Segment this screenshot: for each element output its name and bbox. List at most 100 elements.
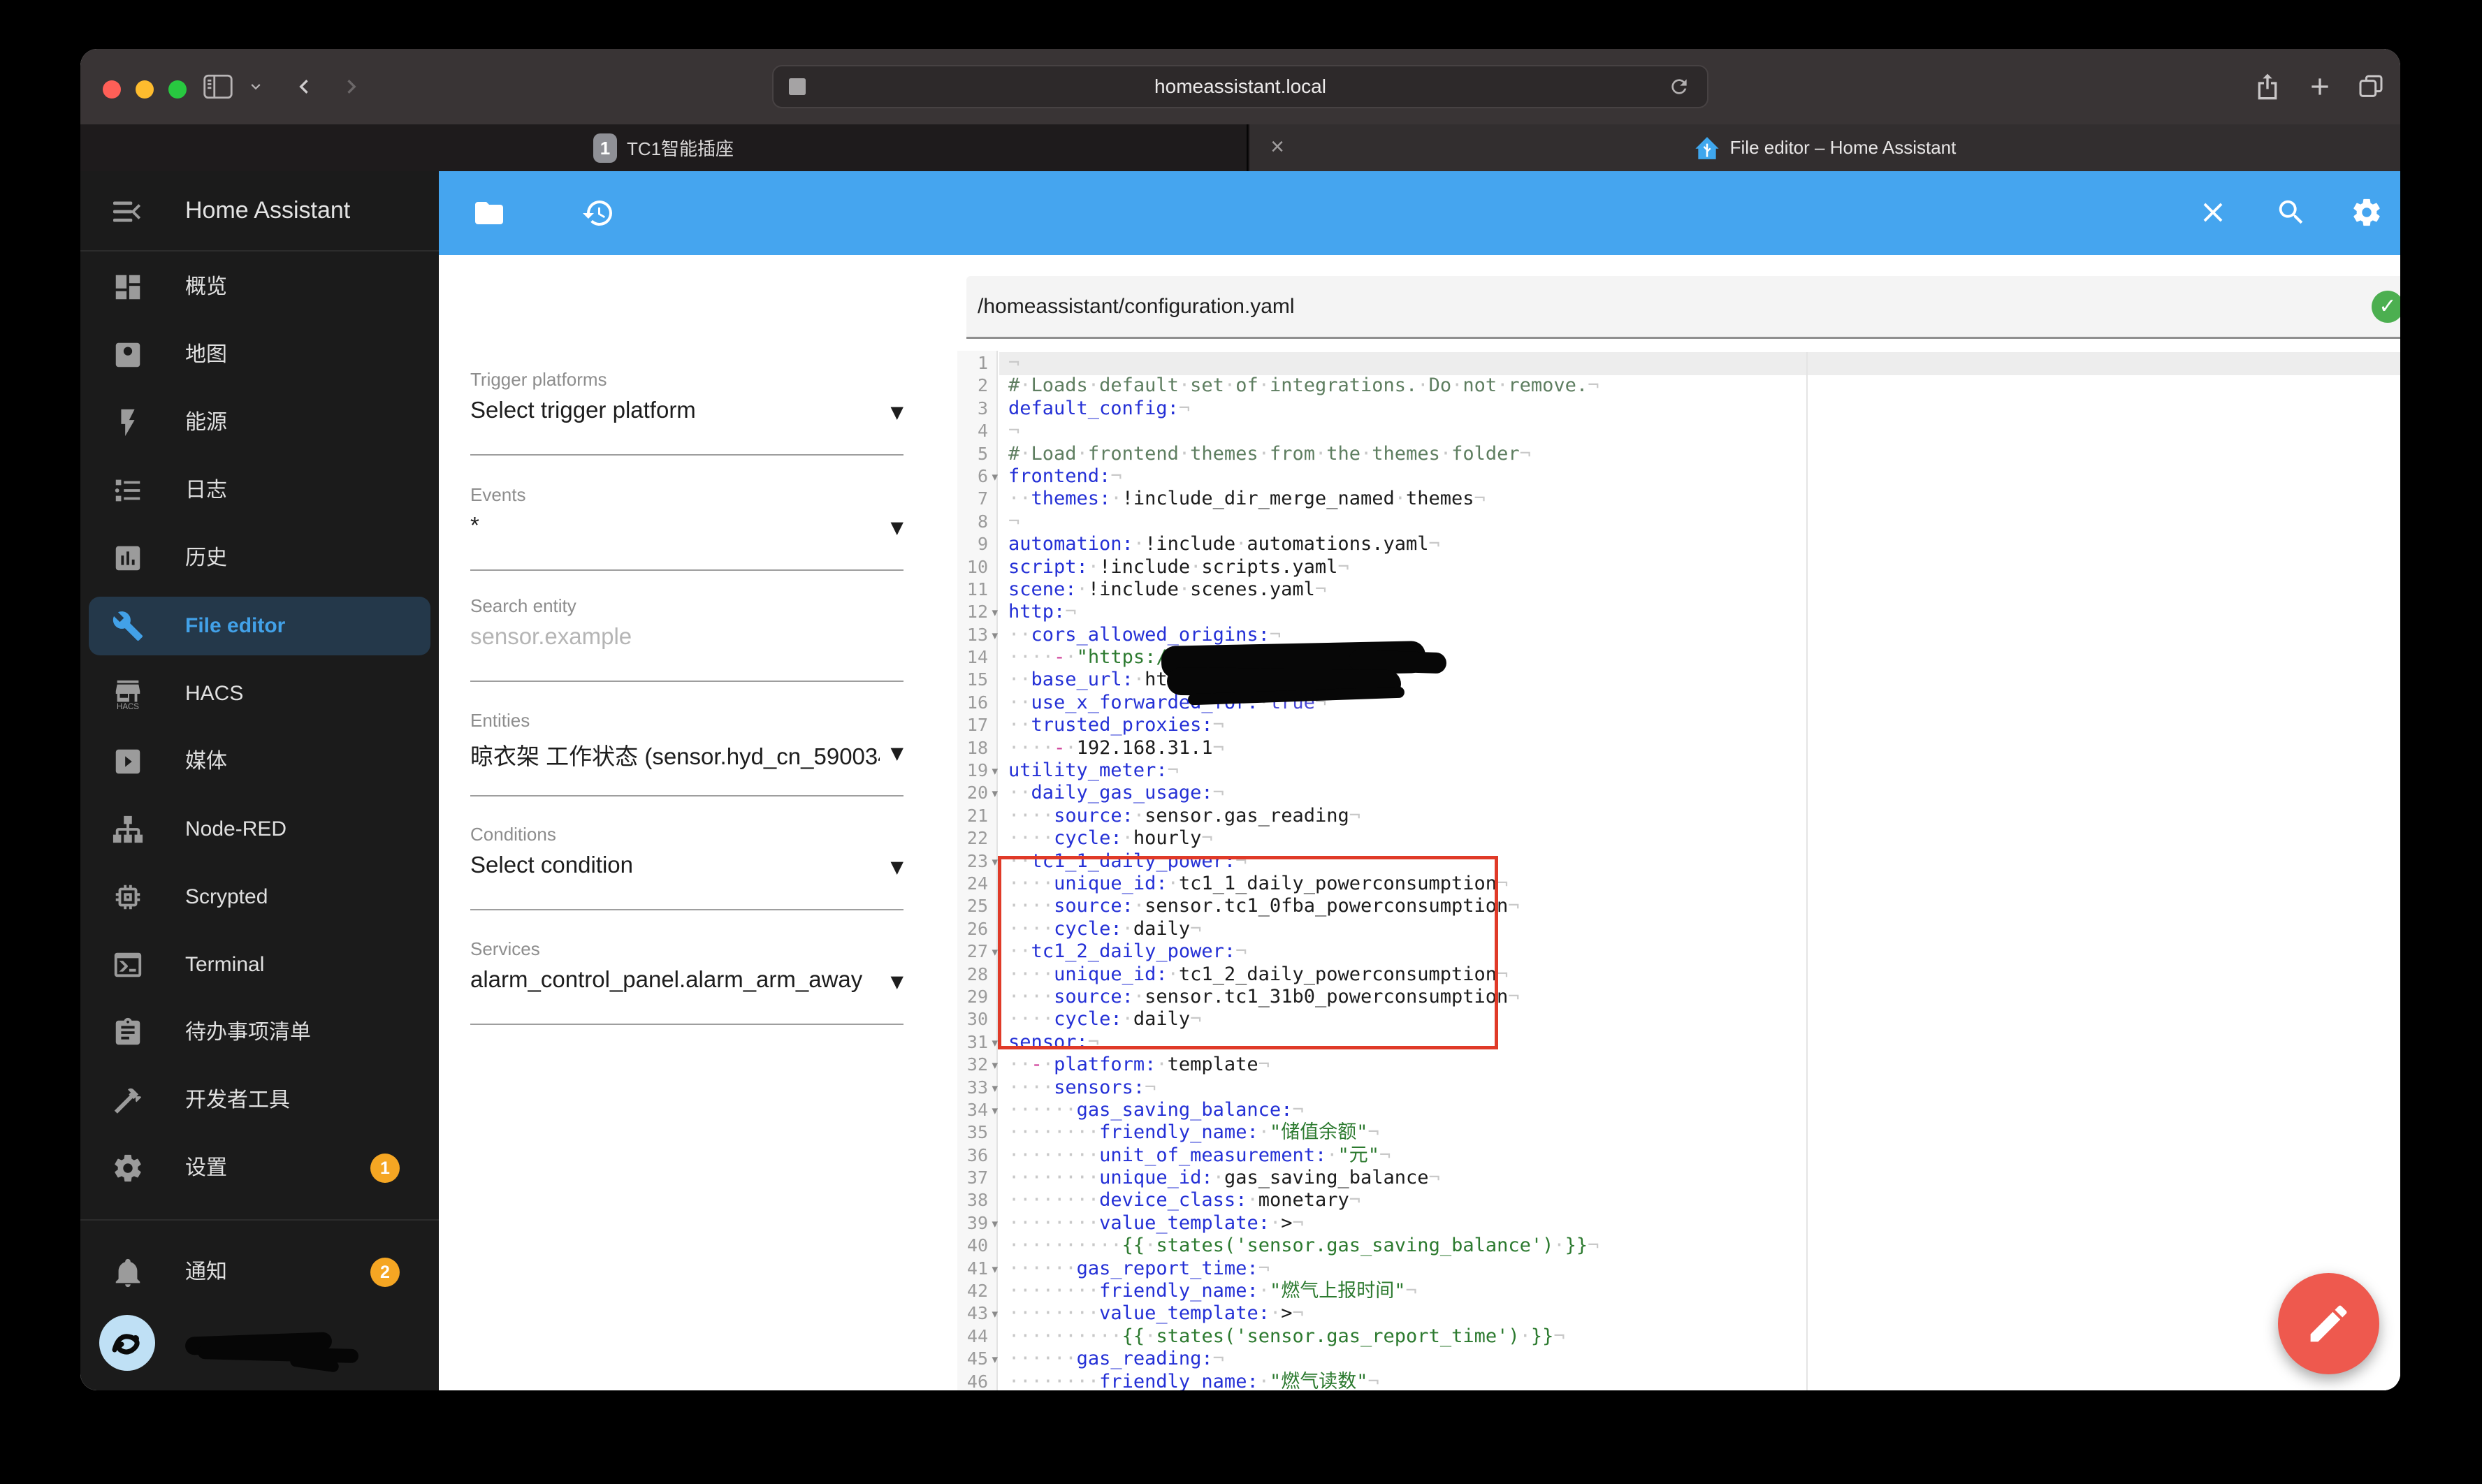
fold-arrow-icon[interactable]: ▾ bbox=[992, 1032, 998, 1054]
file-editor-main: Trigger platforms Select trigger platform… bbox=[439, 171, 2400, 1390]
code-line-45: ······gas_reading:¬ bbox=[1008, 1348, 1224, 1370]
tab-bar: 1 TC1智能插座 × File editor – Home Assistant bbox=[80, 124, 2400, 171]
ha-sidebar: Home Assistant 概览 地图 能源 日志 历史 File editor HACS… bbox=[80, 171, 439, 1390]
dropdown-arrow-icon[interactable]: ▼ bbox=[891, 518, 903, 537]
code-editor[interactable]: 1 2 3 4 5 6 ▾ 7 8 9 10 11 12 ▾ 13 ▾ 14 15 16 17 18 19 ▾ 20 ▾ 21 22… bbox=[957, 351, 2400, 1390]
sidebar-item-hacs[interactable]: HACS HACS bbox=[80, 660, 439, 727]
field-value: * bbox=[470, 512, 479, 538]
code-line-9: automation:·!include·automations.yaml¬ bbox=[1008, 533, 1440, 555]
code-line-4: ¬ bbox=[1008, 420, 1020, 442]
reload-icon[interactable] bbox=[1668, 75, 1690, 98]
field-entities[interactable]: Entities 晾衣架 工作状态 (sensor.hyd_cn_5900341…… bbox=[470, 710, 903, 796]
line-number: 2 bbox=[977, 375, 988, 396]
dropdown-arrow-icon[interactable]: ▼ bbox=[891, 402, 903, 422]
fullscreen-window-button[interactable] bbox=[168, 80, 187, 99]
sidebar-item-能源[interactable]: 能源 bbox=[80, 388, 439, 456]
fold-arrow-icon[interactable]: ▾ bbox=[992, 783, 998, 805]
avatar[interactable] bbox=[99, 1315, 155, 1371]
code-line-32: ··-·platform:·template¬ bbox=[1008, 1054, 1270, 1076]
sidebar-item-媒体[interactable]: 媒体 bbox=[80, 727, 439, 795]
sidebar-item-概览[interactable]: 概览 bbox=[80, 253, 439, 321]
line-number: 23 ▾ bbox=[957, 850, 998, 873]
tab-badge: 1 bbox=[593, 133, 617, 163]
sidebar-item-node-red[interactable]: Node-RED bbox=[80, 795, 439, 863]
user-profile-row[interactable] bbox=[80, 1309, 439, 1377]
fold-arrow-icon[interactable]: ▾ bbox=[992, 1077, 998, 1100]
code-line-33: ····sensors:¬ bbox=[1008, 1076, 1156, 1098]
sidebar-item-notifications[interactable]: 通知 2 bbox=[80, 1238, 439, 1306]
code-line-39: ········value_template:·>¬ bbox=[1008, 1212, 1304, 1234]
fold-arrow-icon[interactable]: ▾ bbox=[992, 1213, 998, 1235]
chevron-down-icon[interactable] bbox=[247, 78, 265, 96]
tab-file-editor[interactable]: × File editor – Home Assistant bbox=[1249, 124, 2400, 171]
sidebar-item-地图[interactable]: 地图 bbox=[80, 321, 439, 388]
edit-fab-button[interactable] bbox=[2278, 1273, 2379, 1374]
sidebar-toggle-icon[interactable] bbox=[203, 74, 233, 99]
line-number: 41 ▾ bbox=[957, 1258, 998, 1280]
code-line-21: ····source:·sensor.gas_reading¬ bbox=[1008, 804, 1360, 827]
ha-sidebar-header: Home Assistant bbox=[80, 171, 439, 252]
fold-arrow-icon[interactable]: ▾ bbox=[992, 466, 998, 488]
field-conditions[interactable]: Conditions Select condition ▼ bbox=[470, 824, 903, 910]
history-icon[interactable] bbox=[581, 196, 615, 230]
back-icon[interactable] bbox=[290, 73, 318, 101]
field-search-entity[interactable]: Search entity sensor.example bbox=[470, 595, 903, 682]
line-number: 13 ▾ bbox=[957, 624, 998, 646]
dropdown-arrow-icon[interactable]: ▼ bbox=[891, 857, 903, 877]
notification-badge: 1 bbox=[370, 1154, 400, 1183]
line-number: 36 bbox=[966, 1144, 988, 1165]
fold-arrow-icon[interactable]: ▾ bbox=[992, 1100, 998, 1122]
code-line-11: scene:·!include·scenes.yaml¬ bbox=[1008, 578, 1327, 600]
new-tab-icon[interactable] bbox=[2306, 73, 2334, 101]
field-trigger-platforms[interactable]: Trigger platforms Select trigger platform… bbox=[470, 369, 903, 456]
ha-sidebar-title: Home Assistant bbox=[185, 197, 351, 224]
line-number: 9 bbox=[977, 534, 988, 555]
fold-arrow-icon[interactable]: ▾ bbox=[992, 760, 998, 783]
dropdown-arrow-icon[interactable]: ▼ bbox=[891, 743, 903, 763]
sitemap-icon bbox=[112, 813, 144, 845]
svg-text:HACS: HACS bbox=[117, 703, 139, 710]
menu-toggle-icon[interactable] bbox=[112, 198, 143, 226]
field-label: Trigger platforms bbox=[470, 369, 607, 390]
line-number: 32 ▾ bbox=[957, 1054, 998, 1076]
share-icon[interactable] bbox=[2254, 73, 2281, 101]
fold-arrow-icon[interactable]: ▾ bbox=[992, 602, 998, 624]
minimize-window-button[interactable] bbox=[136, 80, 154, 99]
file-path-field[interactable]: /homeassistant/configuration.yaml ✓ bbox=[966, 276, 2400, 339]
fold-arrow-icon[interactable]: ▾ bbox=[992, 941, 998, 963]
line-number: 19 ▾ bbox=[957, 759, 998, 782]
line-number: 15 bbox=[966, 669, 988, 690]
sidebar-item-通知[interactable]: 通知 2 bbox=[80, 1238, 439, 1306]
fold-arrow-icon[interactable]: ▾ bbox=[992, 1348, 998, 1371]
search-icon[interactable] bbox=[2275, 196, 2309, 230]
settings-gear-icon[interactable] bbox=[2351, 196, 2384, 230]
forward-icon[interactable] bbox=[338, 73, 365, 101]
sidebar-item-设置[interactable]: 设置 1 bbox=[80, 1134, 439, 1202]
sidebar-divider bbox=[80, 1219, 439, 1221]
code-line-41: ······gas_report_time:¬ bbox=[1008, 1257, 1270, 1279]
fold-arrow-icon[interactable]: ▾ bbox=[992, 1054, 998, 1077]
sidebar-item-日志[interactable]: 日志 bbox=[80, 456, 439, 524]
tab-tc1-smart-plug[interactable]: 1 TC1智能插座 bbox=[80, 124, 1248, 171]
sidebar-item-待办事项清单[interactable]: 待办事项清单 bbox=[80, 998, 439, 1066]
field-events[interactable]: Events * ▼ bbox=[470, 484, 903, 571]
close-window-button[interactable] bbox=[103, 80, 121, 99]
dropdown-arrow-icon[interactable]: ▼ bbox=[891, 972, 903, 991]
tab-overview-icon[interactable] bbox=[2357, 73, 2385, 101]
field-services[interactable]: Services alarm_control_panel.alarm_arm_aw… bbox=[470, 938, 903, 1025]
fold-arrow-icon[interactable]: ▾ bbox=[992, 625, 998, 647]
sidebar-item-scrypted[interactable]: Scrypted bbox=[80, 863, 439, 931]
folder-icon[interactable] bbox=[472, 196, 506, 230]
fold-arrow-icon[interactable]: ▾ bbox=[992, 1303, 998, 1325]
close-tab-icon[interactable]: × bbox=[1261, 124, 1294, 171]
sidebar-item-历史[interactable]: 历史 bbox=[80, 524, 439, 592]
sidebar-item-开发者工具[interactable]: 开发者工具 bbox=[80, 1066, 439, 1134]
sidebar-item-terminal[interactable]: Terminal bbox=[80, 931, 439, 998]
close-icon[interactable] bbox=[2197, 196, 2230, 230]
fold-arrow-icon[interactable]: ▾ bbox=[992, 1258, 998, 1281]
sidebar-item-file-editor[interactable]: File editor bbox=[80, 592, 439, 660]
sidebar-item-label: 地图 bbox=[185, 343, 227, 366]
line-number: 16 bbox=[966, 692, 988, 713]
fold-arrow-icon[interactable]: ▾ bbox=[992, 851, 998, 873]
address-bar[interactable]: homeassistant.local bbox=[772, 65, 1708, 108]
